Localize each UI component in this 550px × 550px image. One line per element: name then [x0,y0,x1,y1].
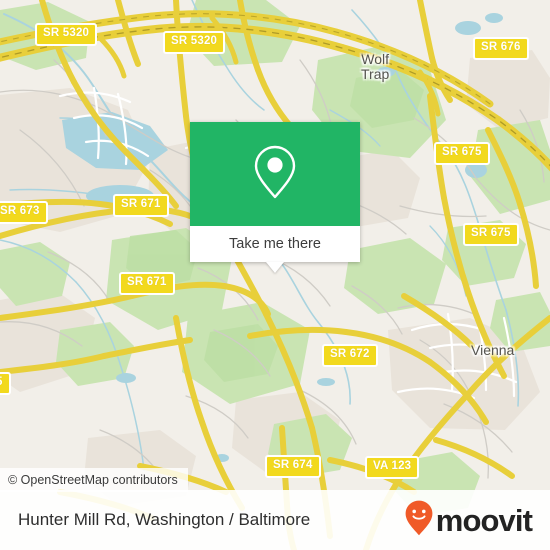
road-shield: SR 672 [322,344,378,367]
place-label-wolf-trap: Wolf Trap [361,51,390,82]
road-shield: SR 676 [473,37,529,60]
take-me-there-label: Take me there [229,236,321,252]
attribution-text: © OpenStreetMap contributors [8,473,178,487]
road-shield: SR 671 [119,272,175,295]
destination-popup-card[interactable]: Take me there [190,122,360,273]
map-pin-icon [253,144,297,205]
bottom-info-bar: Hunter Mill Rd, Washington / Baltimore m… [0,490,550,550]
popup-pin-area [190,122,360,226]
road-shield: SR 5320 [163,31,226,54]
moovit-smiley-pin-icon [405,500,433,541]
take-me-there-button[interactable]: Take me there [190,226,360,262]
popup-pointer [266,262,284,273]
road-shield: SR 5320 [35,23,98,46]
road-shield: SR 675 [463,223,519,246]
moovit-wordmark: moovit [435,502,533,538]
road-shield: SR 671 [113,194,169,217]
road-shield: VA 123 [365,456,420,479]
road-shield: SR 674 [265,455,321,478]
location-title: Hunter Mill Rd, Washington / Baltimore [18,510,311,529]
map-screenshot: SR 5320 SR 5320 SR 676 SR 675 SR 673 SR … [0,0,550,550]
road-shield: SR 673 [0,201,48,224]
road-shield: 5 [0,372,11,395]
place-label-vienna: Vienna [471,342,515,358]
road-shield: SR 675 [434,142,490,165]
map-attribution[interactable]: © OpenStreetMap contributors [0,468,188,492]
moovit-logo[interactable]: moovit [405,500,533,541]
